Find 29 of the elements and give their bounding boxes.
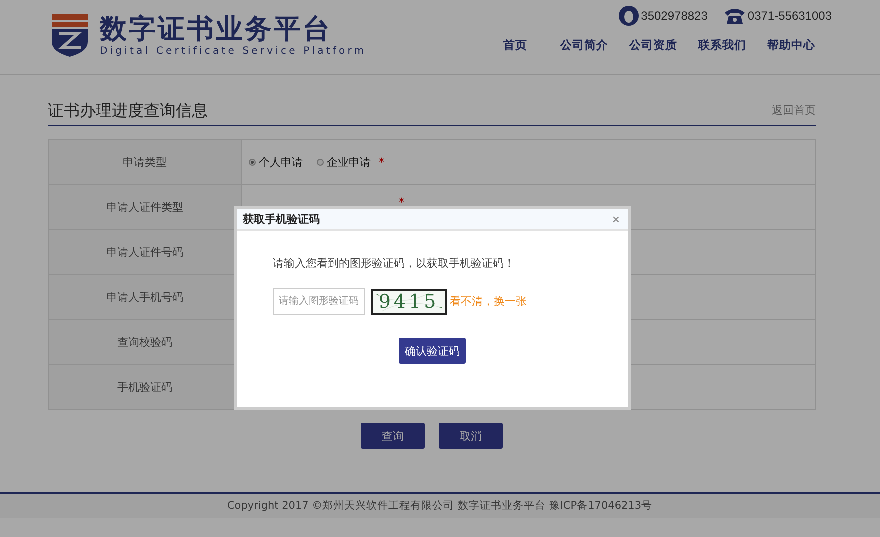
nav-link[interactable]: 帮助中心 bbox=[757, 38, 826, 53]
captcha-image[interactable]: 9415 bbox=[371, 288, 447, 314]
confirm-button[interactable]: 确认验证码 bbox=[399, 338, 466, 364]
captcha-input-field[interactable]: 请输入图形验证码 bbox=[273, 288, 365, 315]
row-label: 申请类型 bbox=[49, 140, 242, 184]
site-subtitle: Digital Certificate Service Platform bbox=[100, 46, 367, 56]
radio-button[interactable] bbox=[249, 158, 256, 166]
contact-number: 3502978823 bbox=[641, 9, 708, 23]
nav-link[interactable]: 公司简介 bbox=[550, 38, 619, 53]
copyright-text: Copyright 2017 ©郑州天兴软件工程有限公司 数字证书业务平台 豫ICP备17046213号 bbox=[227, 499, 653, 513]
form-button[interactable]: 取消 bbox=[439, 423, 503, 449]
dialog-message: 请输入您看到的图形验证码，以获取手机验证码！ bbox=[273, 256, 516, 271]
required-mark: * bbox=[379, 156, 384, 168]
radio-option[interactable]: 个人申请 bbox=[249, 154, 303, 170]
row-label: 申请人证件类型 bbox=[49, 185, 242, 229]
shield-logo-icon bbox=[50, 12, 90, 58]
nav-link[interactable]: 公司资质 bbox=[619, 38, 688, 53]
dialog-title: 获取手机验证码 bbox=[243, 212, 320, 226]
nav-link[interactable]: 首页 bbox=[481, 38, 550, 53]
telephone-icon bbox=[724, 7, 746, 25]
close-button[interactable]: × bbox=[610, 212, 622, 226]
radio-button[interactable] bbox=[317, 158, 324, 166]
contact-number: 0371-55631003 bbox=[748, 9, 832, 23]
form-button[interactable]: 查询 bbox=[361, 423, 425, 449]
site-title: 数字证书业务平台 bbox=[100, 14, 333, 46]
required-mark: * bbox=[399, 198, 404, 208]
radio-option[interactable]: 企业申请 bbox=[317, 154, 371, 170]
nav-link[interactable]: 联系我们 bbox=[688, 38, 757, 53]
section-title: 证书办理进度查询信息 bbox=[48, 101, 208, 122]
